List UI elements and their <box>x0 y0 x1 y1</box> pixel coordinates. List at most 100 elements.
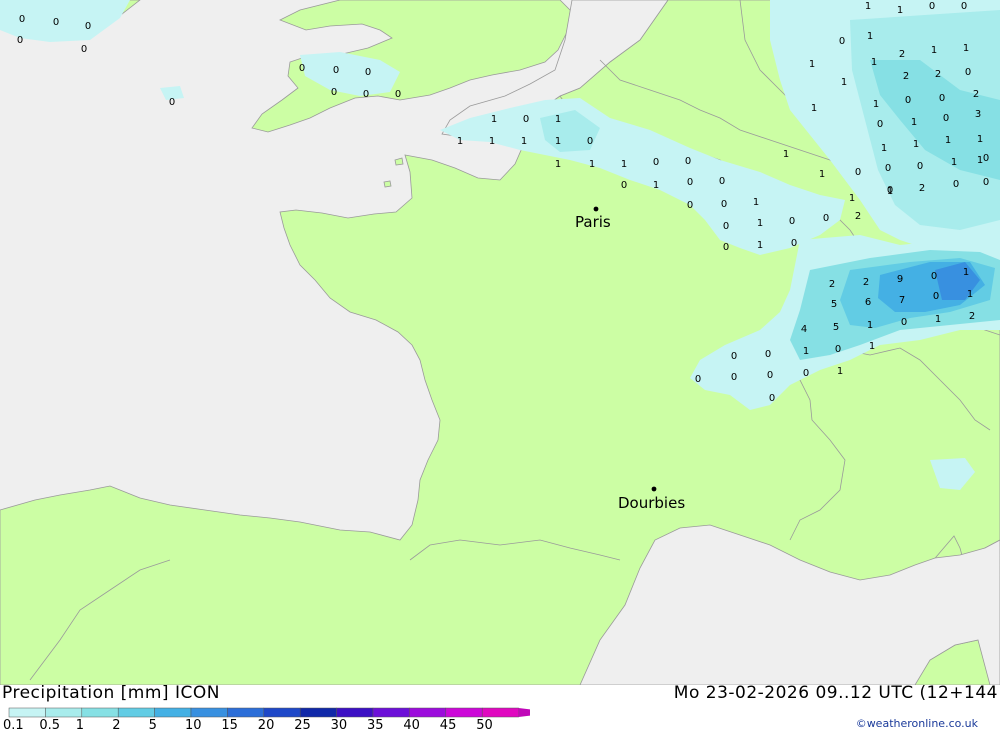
precip-value: 1 <box>555 114 561 125</box>
legend-tick-label: 5 <box>148 718 157 733</box>
precip-value: 0 <box>823 213 829 224</box>
precip-value: 4 <box>801 324 807 335</box>
precip-value: 1 <box>871 57 877 68</box>
precip-value: 2 <box>903 71 909 82</box>
precip-value: 1 <box>867 31 873 42</box>
precip-value: 0 <box>983 153 989 164</box>
precip-value: 0 <box>731 351 737 362</box>
legend-tick-label: 25 <box>294 718 311 733</box>
precip-value: 1 <box>865 1 871 12</box>
precip-value: 1 <box>811 103 817 114</box>
precip-value: 1 <box>869 341 875 352</box>
precip-value: 0 <box>85 21 91 32</box>
legend-tick-label: 40 <box>403 718 420 733</box>
precip-value: 1 <box>803 346 809 357</box>
precip-value: 2 <box>899 49 905 60</box>
legend-tick-label: 50 <box>476 718 493 733</box>
precip-value: 1 <box>881 143 887 154</box>
legend-swatch <box>372 707 410 718</box>
precip-value: 0 <box>731 372 737 383</box>
precip-value: 0 <box>965 67 971 78</box>
precip-value: 2 <box>969 311 975 322</box>
precip-value: 0 <box>917 161 923 172</box>
precip-value: 1 <box>555 136 561 147</box>
precip-value: 1 <box>977 134 983 145</box>
precip-value: 0 <box>331 87 337 98</box>
precip-value: 0 <box>791 238 797 249</box>
precip-value: 0 <box>953 179 959 190</box>
legend-tick-label: 30 <box>330 718 348 733</box>
legend-swatch <box>409 707 447 718</box>
precip-value: 0 <box>961 1 967 12</box>
precip-value: 1 <box>457 136 463 147</box>
precip-value: 1 <box>757 218 763 229</box>
precip-value: 1 <box>837 366 843 377</box>
precip-value: 0 <box>939 93 945 104</box>
precip-value: 2 <box>863 277 869 288</box>
precip-value: 2 <box>829 279 835 290</box>
precip-value: 0 <box>17 35 23 46</box>
legend-swatch <box>45 707 83 718</box>
precip-value: 0 <box>723 221 729 232</box>
precipitation-map[interactable]: 0 0 0000 0 00 0 001 0 11 1 1 1 01 1 1 0 00 1 0 00 0 10 1 0 00 1 01… <box>0 0 1000 685</box>
legend-arrow <box>518 708 530 717</box>
precip-value: 0 <box>363 89 369 100</box>
precip-value: 0 <box>299 63 305 74</box>
precip-value: 1 <box>809 59 815 70</box>
precip-value: 6 <box>865 297 871 308</box>
legend-swatch <box>8 707 46 718</box>
precip-value: 0 <box>333 65 339 76</box>
precip-value: 0 <box>767 370 773 381</box>
precip-value: 0 <box>723 242 729 253</box>
legend-tick-label: 2 <box>112 718 121 733</box>
precip-value: 0 <box>81 44 87 55</box>
credit-link[interactable]: ©weatheronline.co.uk <box>856 717 978 730</box>
city-label-paris: Paris <box>575 213 611 231</box>
legend-tick-label: 35 <box>367 718 384 733</box>
precip-value: 1 <box>967 289 973 300</box>
precip-value: 0 <box>523 114 529 125</box>
precip-value: 0 <box>769 393 775 404</box>
precip-value: 1 <box>911 117 917 128</box>
legend-swatch <box>299 707 337 718</box>
legend-tick-label: 15 <box>221 718 238 733</box>
legend-swatch <box>154 707 192 718</box>
precip-value: 0 <box>943 113 949 124</box>
precip-value: 0 <box>835 344 841 355</box>
precip-value: 7 <box>899 295 905 306</box>
precip-value: 1 <box>935 314 941 325</box>
precip-value: 0 <box>721 199 727 210</box>
precip-value: 1 <box>913 139 919 150</box>
precip-value: 0 <box>395 89 401 100</box>
legend-swatch <box>190 707 228 718</box>
precip-value: 0 <box>621 180 627 191</box>
precip-value: 1 <box>951 157 957 168</box>
precip-value: 0 <box>695 374 701 385</box>
precip-value: 0 <box>719 176 725 187</box>
precip-value: 5 <box>831 299 837 310</box>
legend-tick-label: 1 <box>75 718 85 733</box>
precip-value: 1 <box>873 99 879 110</box>
precip-value: 1 <box>897 5 903 16</box>
legend-swatch <box>117 707 155 718</box>
precip-value: 0 <box>365 67 371 78</box>
precip-value: 1 <box>653 180 659 191</box>
precip-value: 2 <box>919 183 925 194</box>
precip-value: 1 <box>491 114 497 125</box>
precip-value: 1 <box>963 267 969 278</box>
precip-value: 0 <box>169 97 175 108</box>
precip-value: 2 <box>855 211 861 222</box>
legend-swatch <box>336 707 374 718</box>
precip-value: 0 <box>687 177 693 188</box>
precip-value: 0 <box>885 163 891 174</box>
precip-value: 2 <box>935 69 941 80</box>
legend-swatch <box>263 707 301 718</box>
city-label-dourbies: Dourbies <box>618 494 685 512</box>
precip-value: 0 <box>687 200 693 211</box>
precip-value: 0 <box>887 185 893 196</box>
precip-value: 0 <box>983 177 989 188</box>
legend-tick-label: 45 <box>439 718 457 733</box>
precip-value: 0 <box>803 368 809 379</box>
legend-tick-label: 10 <box>185 718 202 733</box>
precip-value: 1 <box>783 149 789 160</box>
